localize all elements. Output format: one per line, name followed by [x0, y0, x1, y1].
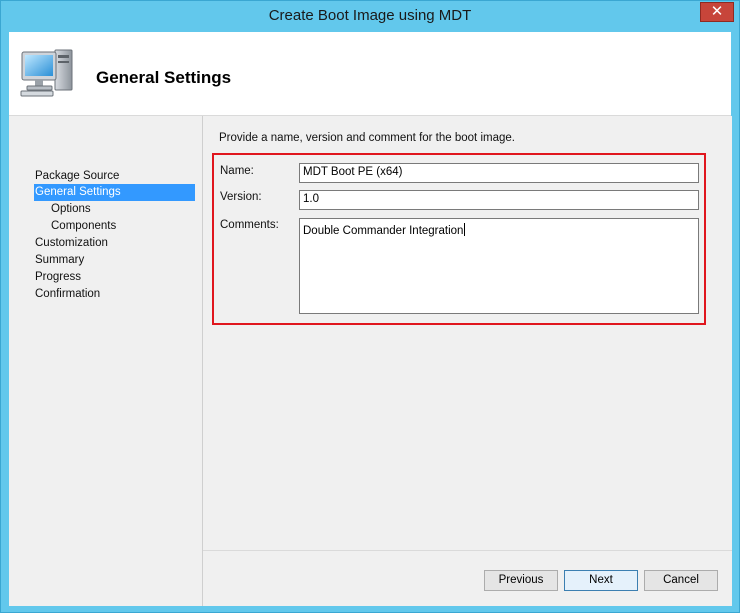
close-icon: ✕	[710, 3, 724, 20]
nav-item-package-source[interactable]: Package Source	[35, 168, 119, 185]
next-button[interactable]: Next	[564, 570, 638, 591]
name-field[interactable]: MDT Boot PE (x64)	[299, 163, 699, 183]
comments-value: Double Commander Integration	[303, 225, 464, 237]
close-button[interactable]: ✕	[700, 2, 734, 22]
version-label: Version:	[220, 191, 262, 203]
footer-separator	[203, 550, 732, 551]
comments-label: Comments:	[220, 219, 279, 231]
window-title: Create Boot Image using MDT	[268, 7, 472, 24]
wizard-content: Provide a name, version and comment for …	[202, 116, 732, 606]
wizard-window: Create Boot Image using MDT ✕ General Se…	[0, 0, 740, 613]
text-caret	[464, 223, 466, 236]
title-bar[interactable]: Create Boot Image using MDT ✕	[1, 1, 739, 32]
nav-item-progress[interactable]: Progress	[35, 269, 81, 286]
wizard-client-area: General Settings Package Source General …	[9, 32, 732, 606]
nav-item-general-settings[interactable]: General Settings	[34, 184, 195, 201]
page-title: General Settings	[96, 68, 232, 87]
wizard-header: General Settings	[9, 32, 731, 116]
version-value: 1.0	[303, 193, 319, 205]
name-label: Name:	[220, 165, 254, 177]
nav-item-summary[interactable]: Summary	[35, 252, 84, 269]
version-field[interactable]: 1.0	[299, 190, 699, 210]
highlight-box: Name: MDT Boot PE (x64) Version: 1.0 Com…	[212, 153, 706, 325]
computer-icon	[20, 49, 73, 97]
nav-item-customization[interactable]: Customization	[35, 235, 108, 252]
wizard-nav: Package Source General Settings Options …	[9, 116, 201, 606]
comments-textarea[interactable]: Double Commander Integration	[299, 218, 699, 314]
nav-item-confirmation[interactable]: Confirmation	[35, 286, 100, 303]
previous-button[interactable]: Previous	[484, 570, 558, 591]
page-description: Provide a name, version and comment for …	[219, 132, 515, 144]
nav-item-options[interactable]: Options	[51, 201, 91, 218]
name-value: MDT Boot PE (x64)	[303, 166, 403, 178]
cancel-button[interactable]: Cancel	[644, 570, 718, 591]
nav-item-components[interactable]: Components	[51, 218, 116, 235]
